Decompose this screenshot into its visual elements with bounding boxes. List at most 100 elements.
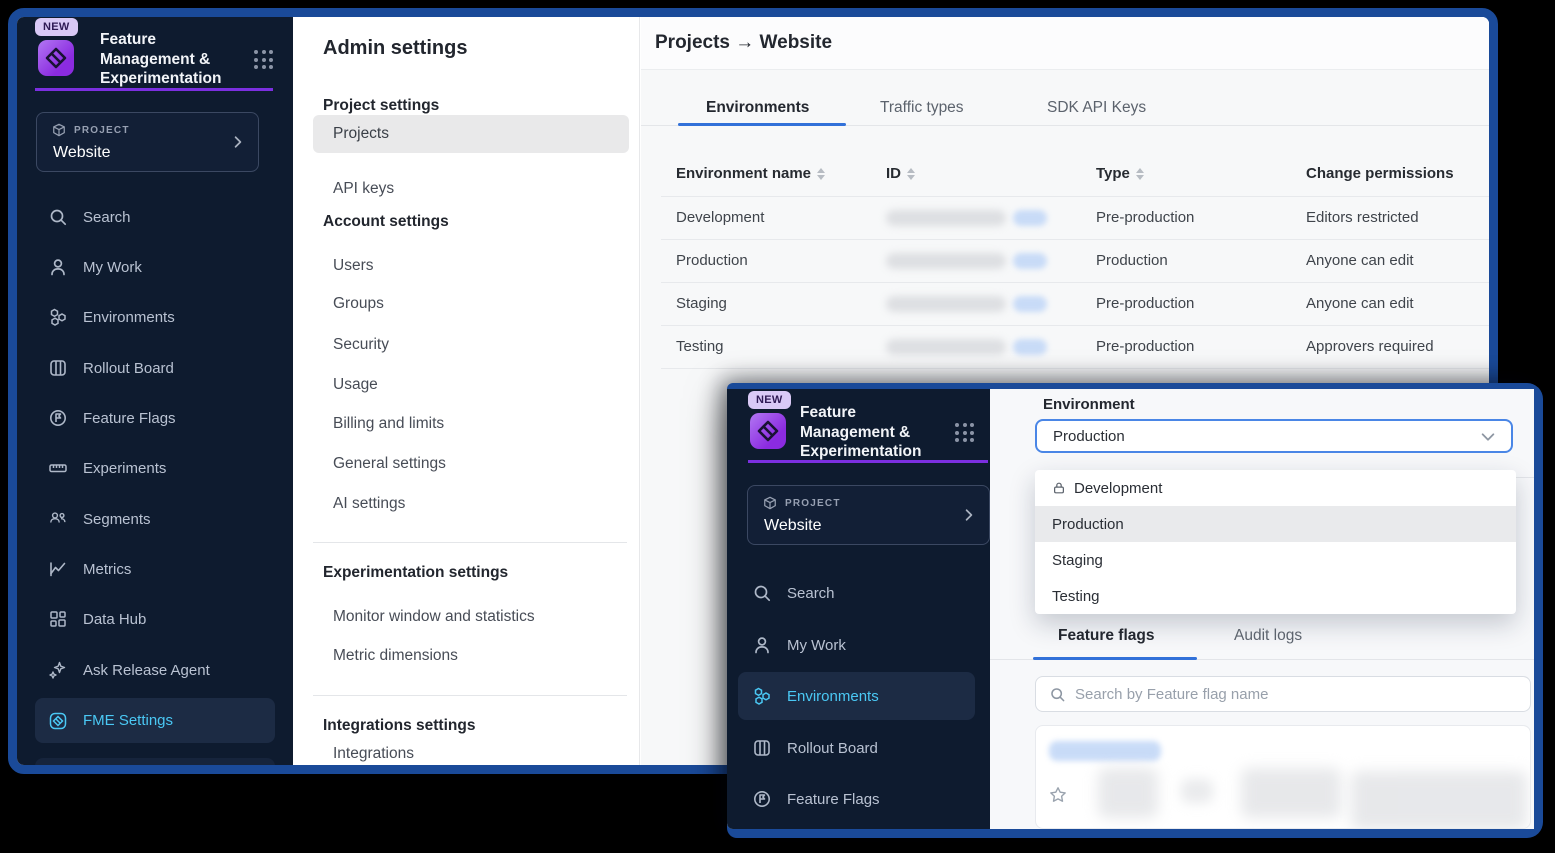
app-switcher-grid-icon[interactable] xyxy=(955,423,975,443)
sidebar-item-label: Rollout Board xyxy=(787,740,878,757)
search-input[interactable] xyxy=(1075,686,1530,703)
app-logo-icon xyxy=(750,413,786,449)
sidebar-item-label: Metrics xyxy=(83,561,131,578)
cell-type: Production xyxy=(1096,252,1168,269)
option-production[interactable]: Production xyxy=(1035,506,1516,542)
sidebar-item-label: Data Hub xyxy=(83,611,146,628)
sidebar-item-data-hub[interactable]: Data Hub xyxy=(35,599,275,639)
redacted-content xyxy=(1181,779,1213,803)
column-header-id[interactable]: ID xyxy=(886,165,915,182)
option-development[interactable]: Development xyxy=(1035,470,1516,506)
metrics-icon xyxy=(48,559,68,579)
sidebar-item-rollout-board[interactable]: Rollout Board xyxy=(35,348,275,388)
sidebar-item-environments[interactable]: Environments xyxy=(35,297,275,337)
sidebar-item-my-work[interactable]: My Work xyxy=(738,625,975,665)
tab-traffic-types[interactable]: Traffic types xyxy=(880,99,964,117)
divider xyxy=(661,196,1489,197)
sidebar-item-feature-flags[interactable]: Feature Flags xyxy=(738,779,975,819)
admin-item-monitor-window[interactable]: Monitor window and statistics xyxy=(333,608,535,626)
active-tab-underline xyxy=(678,123,846,126)
cell-permissions: Anyone can edit xyxy=(1306,252,1414,269)
environment-select-value: Production xyxy=(1053,428,1125,445)
tab-audit-logs[interactable]: Audit logs xyxy=(1234,627,1302,645)
sidebar-item-fme-settings[interactable]: FME Settings xyxy=(35,698,275,743)
integrations-settings-heading: Integrations settings xyxy=(323,717,475,735)
sidebar-item-partial xyxy=(35,758,275,774)
chevron-right-icon xyxy=(230,134,246,155)
sidebar-item-label: Search xyxy=(83,209,131,226)
project-name: Website xyxy=(764,517,822,535)
divider xyxy=(661,368,1489,369)
sparkles-icon xyxy=(48,660,68,680)
divider xyxy=(1516,477,1534,478)
account-settings-heading: Account settings xyxy=(323,213,449,231)
project-settings-heading: Project settings xyxy=(323,97,439,115)
admin-item-security[interactable]: Security xyxy=(333,336,389,354)
app-switcher-grid-icon[interactable] xyxy=(254,50,274,70)
accent-divider xyxy=(748,460,988,463)
sidebar-item-feature-flags[interactable]: Feature Flags xyxy=(35,398,275,438)
sidebar-item-label: Environments xyxy=(787,688,879,705)
sidebar-item-metrics[interactable]: Metrics xyxy=(35,549,275,589)
admin-item-general-settings[interactable]: General settings xyxy=(333,455,446,473)
admin-item-integrations[interactable]: Integrations xyxy=(333,745,414,763)
new-badge: NEW xyxy=(35,18,78,36)
admin-item-ai-settings[interactable]: AI settings xyxy=(333,495,405,513)
admin-item-api-keys[interactable]: API keys xyxy=(333,180,394,198)
overlay-window: NEW Feature Management & Experimentation… xyxy=(727,383,1543,838)
cell-type: Pre-production xyxy=(1096,209,1194,226)
tab-feature-flags[interactable]: Feature flags xyxy=(1058,627,1154,645)
option-staging[interactable]: Staging xyxy=(1035,542,1516,578)
tab-environments[interactable]: Environments xyxy=(706,99,809,117)
sidebar-item-label: Ask Release Agent xyxy=(83,662,210,679)
sidebar-item-rollout-board[interactable]: Rollout Board xyxy=(738,728,975,768)
project-switcher[interactable]: PROJECT Website xyxy=(36,112,259,172)
admin-item-groups[interactable]: Groups xyxy=(333,295,384,313)
sidebar-item-segments[interactable]: Segments xyxy=(35,499,275,539)
column-header-type[interactable]: Type xyxy=(1096,165,1144,182)
star-icon[interactable] xyxy=(1049,786,1067,809)
cell-permissions: Anyone can edit xyxy=(1306,295,1414,312)
sidebar-item-search[interactable]: Search xyxy=(738,573,975,613)
sort-icon[interactable] xyxy=(817,168,825,180)
environment-select[interactable]: Production xyxy=(1035,419,1513,453)
cube-icon xyxy=(763,496,777,515)
admin-item-metric-dimensions[interactable]: Metric dimensions xyxy=(333,647,458,665)
flag-name-redacted xyxy=(1049,741,1161,761)
project-switcher[interactable]: PROJECT Website xyxy=(747,485,990,545)
sidebar-item-label: Feature Flags xyxy=(83,410,176,427)
sidebar-item-ask-release-agent[interactable]: Ask Release Agent xyxy=(35,650,275,690)
option-testing[interactable]: Testing xyxy=(1035,578,1516,614)
admin-item-users[interactable]: Users xyxy=(333,257,373,275)
sidebar-item-my-work[interactable]: My Work xyxy=(35,247,275,287)
sidebar-item-environments[interactable]: Environments xyxy=(738,672,975,720)
tab-sdk-api-keys[interactable]: SDK API Keys xyxy=(1047,99,1146,117)
chevron-down-icon xyxy=(1479,428,1497,450)
data-hub-icon xyxy=(48,609,68,629)
detail-header: Projects → Website xyxy=(641,17,1489,70)
sidebar-item-search[interactable]: Search xyxy=(35,197,275,237)
redacted-content xyxy=(1351,771,1527,829)
column-header-environment-name[interactable]: Environment name xyxy=(676,165,825,182)
sidebar-item-label: FME Settings xyxy=(83,712,173,729)
environment-dropdown: Development Production Staging Testing xyxy=(1035,470,1516,614)
sort-icon[interactable] xyxy=(907,168,915,180)
sidebar-item-experiments[interactable]: Experiments xyxy=(35,448,275,488)
column-header-change-permissions: Change permissions xyxy=(1306,165,1454,182)
admin-item-billing-and-limits[interactable]: Billing and limits xyxy=(333,415,444,433)
feature-flag-search[interactable] xyxy=(1035,676,1531,712)
search-icon xyxy=(752,583,772,603)
sidebar-item-label: Segments xyxy=(83,511,151,528)
environment-label: Environment xyxy=(1043,396,1135,413)
sidebar-item-label: Experiments xyxy=(83,460,166,477)
cube-icon xyxy=(52,123,66,142)
admin-item-projects[interactable]: Projects xyxy=(313,115,629,153)
admin-settings-panel: Admin settings Project settings Projects… xyxy=(293,17,640,765)
cell-id-redacted xyxy=(886,253,1006,269)
divider xyxy=(661,325,1489,326)
admin-item-usage[interactable]: Usage xyxy=(333,376,378,394)
sort-icon[interactable] xyxy=(1136,168,1144,180)
app-logo-icon xyxy=(38,40,74,76)
segments-icon xyxy=(48,509,68,529)
breadcrumb: Projects → Website xyxy=(655,32,832,54)
